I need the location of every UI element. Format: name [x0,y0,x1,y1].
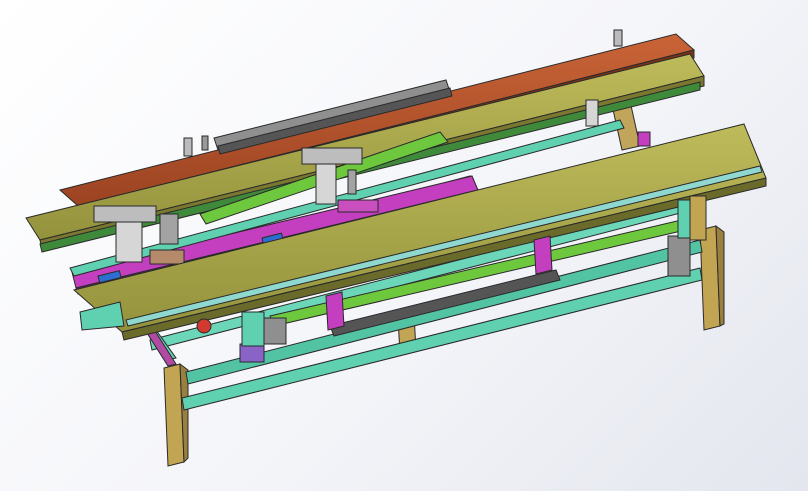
right-end-plate [689,195,707,241]
carriage-right-bracket [337,199,379,213]
rear-clamp-right [613,29,623,47]
right-magenta-block [637,131,651,147]
purple-motor-base [239,343,265,363]
conveyor-assembly-model [25,29,767,467]
cad-viewport [0,0,808,491]
right-motor-housing [667,235,691,277]
carriage-right-post [347,169,357,195]
carriage-left-post [159,213,179,245]
magenta-bracket-left [325,291,345,331]
rear-clamp-mid [201,135,209,151]
carriage-right-body [315,163,337,205]
red-actuator [196,318,212,334]
front-beam-lower-strip [79,301,125,331]
carriage-left-body [115,221,143,263]
rear-clamp-left [183,137,193,157]
carriage-right-plate [301,147,363,165]
magenta-bracket-right [533,235,553,275]
carriage-left-bracket [149,249,185,265]
right-rear-bracket [585,99,599,127]
carriage-left-plate [93,205,157,223]
teal-motor-mount [241,311,265,347]
grey-gearbox [263,317,287,345]
